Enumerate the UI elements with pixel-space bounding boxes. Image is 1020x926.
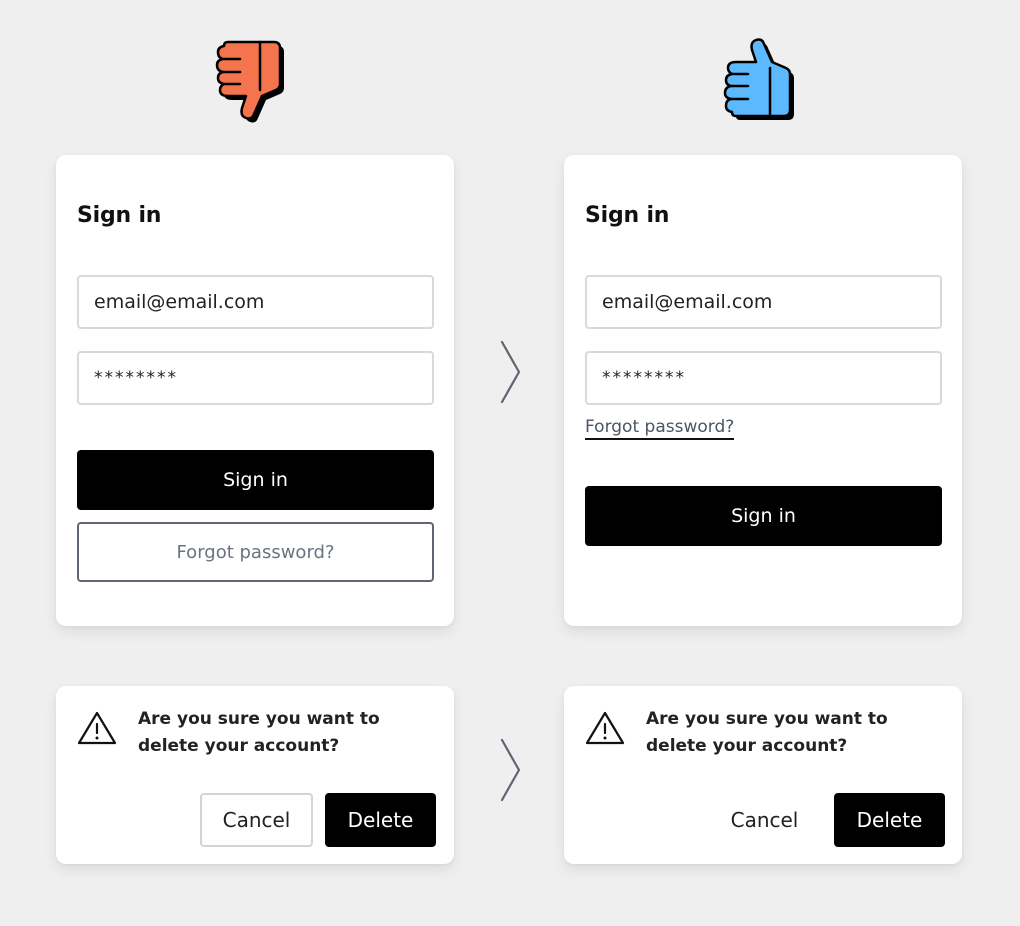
email-field[interactable]: email@email.com <box>585 275 942 329</box>
signin-title: Sign in <box>77 203 162 228</box>
dialog-message: Are you sure you want to delete your acc… <box>646 709 888 756</box>
password-field[interactable]: ******** <box>77 351 434 405</box>
signin-button[interactable]: Sign in <box>585 486 942 546</box>
warning-triangle-icon <box>76 710 118 750</box>
good-signin-card: Sign in email@email.com ******** Forgot … <box>564 155 962 626</box>
password-field[interactable]: ******** <box>585 351 942 405</box>
dialog-message: Are you sure you want to delete your acc… <box>138 709 380 756</box>
chevron-right-icon <box>498 738 524 806</box>
signin-button[interactable]: Sign in <box>77 450 434 510</box>
delete-button[interactable]: Delete <box>325 793 436 847</box>
warning-triangle-icon <box>584 710 626 750</box>
cancel-button[interactable]: Cancel <box>708 793 821 847</box>
signin-title: Sign in <box>585 203 670 228</box>
good-delete-dialog: Are you sure you want to delete your acc… <box>564 686 962 864</box>
delete-button[interactable]: Delete <box>834 793 945 847</box>
thumbs-down-icon <box>214 34 296 126</box>
bad-delete-dialog: Are you sure you want to delete your acc… <box>56 686 454 864</box>
thumbs-up-icon <box>722 34 806 126</box>
bad-signin-card: Sign in email@email.com ******** Sign in… <box>56 155 454 626</box>
forgot-password-link[interactable]: Forgot password? <box>585 417 735 440</box>
chevron-right-icon <box>498 340 524 408</box>
forgot-password-button[interactable]: Forgot password? <box>77 522 434 582</box>
email-field[interactable]: email@email.com <box>77 275 434 329</box>
cancel-button[interactable]: Cancel <box>200 793 313 847</box>
